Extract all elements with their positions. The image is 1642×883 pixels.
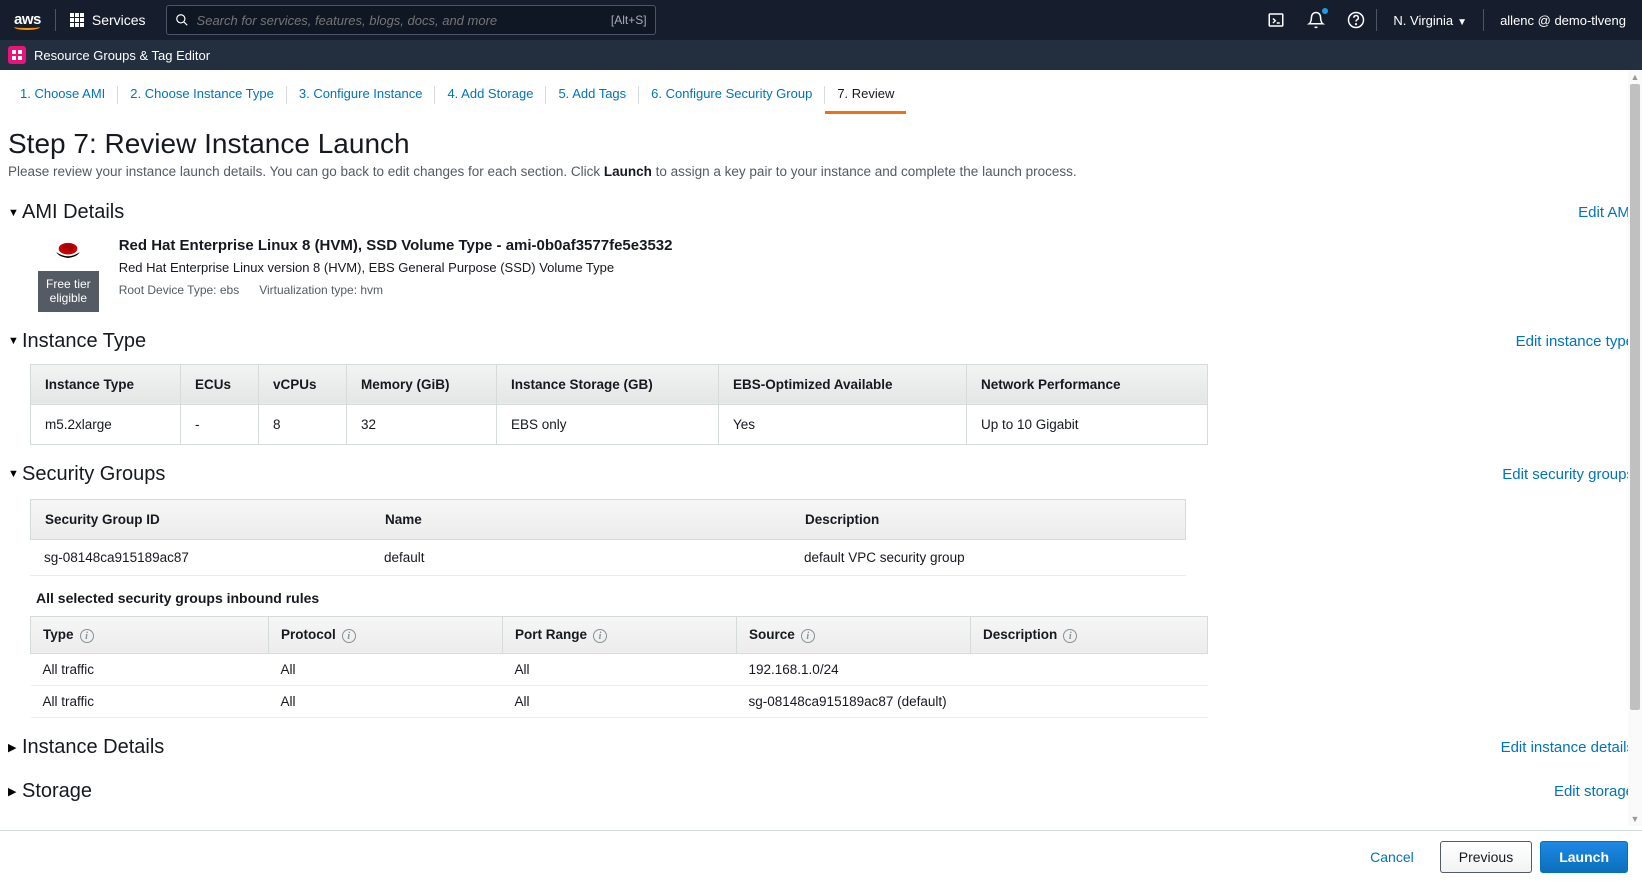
notifications-button[interactable] <box>1296 0 1336 40</box>
section-title-instance-type: Instance Type <box>22 330 146 353</box>
th-protocol: Protocoli <box>269 616 503 653</box>
section-instance-type: ▼ Instance Type Edit instance type Insta… <box>0 320 1642 453</box>
edit-security-groups-link[interactable]: Edit security groups <box>1502 466 1634 483</box>
search-icon <box>175 13 189 27</box>
th-type: Typei <box>31 616 269 653</box>
cloudshell-button[interactable] <box>1256 0 1296 40</box>
collapse-caret-icon[interactable]: ▼ <box>8 335 22 347</box>
inbound-rules-table: Typei Protocoli Port Rangei Sourcei Desc… <box>30 616 1208 718</box>
wizard-tab-security-group[interactable]: 6. Configure Security Group <box>639 80 824 114</box>
scrollbar[interactable]: ▲ ▼ <box>1628 70 1642 826</box>
instance-type-table: Instance Type ECUs vCPUs Memory (GiB) In… <box>30 364 1208 445</box>
ami-root-device: Root Device Type: ebs <box>119 283 240 297</box>
th-sg-id: Security Group ID <box>31 500 371 539</box>
section-title-storage: Storage <box>22 780 92 803</box>
ami-name: Red Hat Enterprise Linux 8 (HVM), SSD Vo… <box>119 237 1618 254</box>
th-vcpus: vCPUs <box>259 364 347 404</box>
footer-action-bar: Cancel Previous Launch <box>0 830 1642 883</box>
search-input[interactable] <box>197 13 611 28</box>
page-description: Please review your instance launch detai… <box>0 162 1642 191</box>
th-network: Network Performance <box>967 364 1208 404</box>
ami-metadata: Root Device Type: ebs Virtualization typ… <box>119 283 1618 297</box>
th-port-range: Port Rangei <box>503 616 737 653</box>
th-ebs-opt: EBS-Optimized Available <box>719 364 967 404</box>
wizard-tab-choose-ami[interactable]: 1. Choose AMI <box>8 80 117 114</box>
services-label: Services <box>92 12 146 28</box>
th-memory: Memory (GiB) <box>347 364 497 404</box>
expand-caret-icon[interactable]: ▶ <box>8 741 22 754</box>
info-icon[interactable]: i <box>342 629 356 643</box>
wizard-tab-review[interactable]: 7. Review <box>825 80 906 114</box>
collapse-caret-icon[interactable]: ▼ <box>8 207 22 219</box>
section-security-groups: ▼ Security Groups Edit security groups S… <box>0 453 1642 726</box>
search-shortcut-hint: [Alt+S] <box>611 13 647 27</box>
user-label: allenc @ demo-tlveng <box>1500 13 1626 28</box>
wizard-tab-add-tags[interactable]: 5. Add Tags <box>546 80 638 114</box>
content: ▲ ▼ 1. Choose AMI 2. Choose Instance Typ… <box>0 70 1642 874</box>
th-storage: Instance Storage (GB) <box>497 364 719 404</box>
section-title-instance-details: Instance Details <box>22 736 164 759</box>
service-subheader: Resource Groups & Tag Editor <box>0 40 1642 70</box>
caret-down-icon: ▼ <box>1457 17 1467 28</box>
edit-storage-link[interactable]: Edit storage <box>1554 783 1634 800</box>
wizard-tab-add-storage[interactable]: 4. Add Storage <box>435 80 545 114</box>
launch-button[interactable]: Launch <box>1540 841 1628 873</box>
cancel-button[interactable]: Cancel <box>1352 841 1432 873</box>
info-icon[interactable]: i <box>1063 629 1077 643</box>
wizard-tab-instance-type[interactable]: 2. Choose Instance Type <box>118 80 286 114</box>
th-sg-name: Name <box>371 500 791 539</box>
search-box[interactable]: [Alt+S] <box>166 5 656 35</box>
section-instance-details: ▶ Instance Details Edit instance details <box>0 726 1642 770</box>
edit-instance-type-link[interactable]: Edit instance type <box>1516 333 1634 350</box>
th-source: Sourcei <box>737 616 971 653</box>
page-title: Step 7: Review Instance Launch <box>0 114 1642 162</box>
sg-table-header: Security Group ID Name Description <box>30 499 1186 540</box>
inbound-rules-title: All selected security groups inbound rul… <box>30 576 1186 616</box>
aws-logo[interactable]: aws <box>0 11 55 30</box>
section-title-ami: AMI Details <box>22 201 124 224</box>
th-sg-desc: Description <box>791 500 1185 539</box>
section-storage: ▶ Storage Edit storage <box>0 770 1642 814</box>
table-row: All traffic All All 192.168.1.0/24 <box>31 653 1208 685</box>
edit-ami-link[interactable]: Edit AMI <box>1578 204 1634 221</box>
ami-description: Red Hat Enterprise Linux version 8 (HVM)… <box>119 260 1618 275</box>
info-icon[interactable]: i <box>80 629 94 643</box>
expand-caret-icon[interactable]: ▶ <box>8 785 22 798</box>
th-ecus: ECUs <box>181 364 259 404</box>
ami-virt-type: Virtualization type: hvm <box>259 283 383 297</box>
resource-groups-icon <box>8 46 26 64</box>
scroll-up-icon[interactable]: ▲ <box>1628 70 1642 84</box>
wizard-tab-configure-instance[interactable]: 3. Configure Instance <box>287 80 435 114</box>
region-label: N. Virginia <box>1393 13 1453 28</box>
subheader-text[interactable]: Resource Groups & Tag Editor <box>34 48 210 63</box>
services-menu-button[interactable]: Services <box>56 12 160 28</box>
wizard-tabs: 1. Choose AMI 2. Choose Instance Type 3.… <box>0 70 1642 114</box>
free-tier-badge: Free tiereligible <box>38 271 99 312</box>
table-row: sg-08148ca915189ac87 default default VPC… <box>30 540 1186 576</box>
edit-instance-details-link[interactable]: Edit instance details <box>1501 739 1634 756</box>
info-icon[interactable]: i <box>593 629 607 643</box>
aws-logo-text: aws <box>14 11 41 28</box>
section-ami-details: ▼ AMI Details Edit AMI Free tiereligible… <box>0 191 1642 320</box>
table-row: All traffic All All sg-08148ca915189ac87… <box>31 685 1208 717</box>
account-menu[interactable]: allenc @ demo-tlveng <box>1484 13 1642 28</box>
redhat-icon <box>54 237 82 265</box>
scroll-down-icon[interactable]: ▼ <box>1628 812 1642 826</box>
previous-button[interactable]: Previous <box>1440 841 1532 873</box>
aws-header: aws Services [Alt+S] N. Virginia ▼ allenc… <box>0 0 1642 40</box>
collapse-caret-icon[interactable]: ▼ <box>8 468 22 480</box>
info-icon[interactable]: i <box>801 629 815 643</box>
notification-dot-icon <box>1322 8 1328 14</box>
table-row: m5.2xlarge - 8 32 EBS only Yes Up to 10 … <box>31 404 1208 444</box>
th-instance-type: Instance Type <box>31 364 181 404</box>
region-selector[interactable]: N. Virginia ▼ <box>1377 13 1483 28</box>
grid-icon <box>70 13 84 27</box>
section-title-security-groups: Security Groups <box>22 463 165 486</box>
th-description: Descriptioni <box>971 616 1208 653</box>
help-button[interactable] <box>1336 0 1376 40</box>
